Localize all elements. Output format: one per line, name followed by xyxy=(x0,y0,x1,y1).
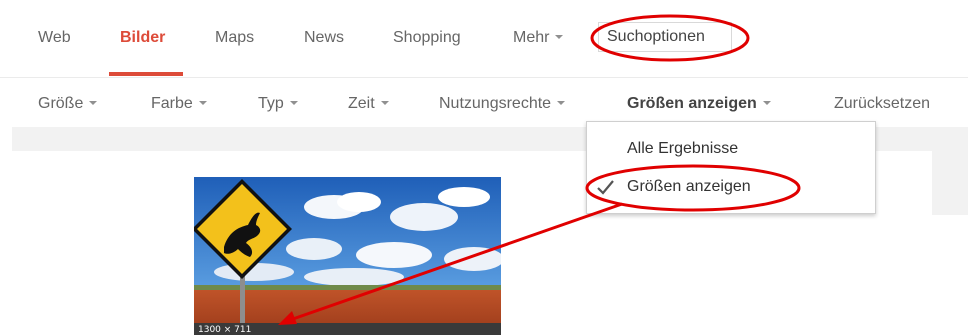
image-result-thumbnail[interactable]: 1300 × 711 xyxy=(194,177,501,335)
active-tab-indicator xyxy=(109,72,183,76)
filter-time[interactable]: Zeit xyxy=(348,95,389,113)
filter-reset[interactable]: Zurücksetzen xyxy=(834,95,930,113)
filter-color[interactable]: Farbe xyxy=(151,95,207,113)
tab-web[interactable]: Web xyxy=(38,29,71,47)
chevron-down-icon xyxy=(89,100,98,105)
search-options-button[interactable]: Suchoptionen xyxy=(598,22,732,52)
thumbnail-size-label: 1300 × 711 xyxy=(198,325,252,335)
tab-news[interactable]: News xyxy=(304,29,344,47)
dropdown-item-all-results[interactable]: Alle Ergebnisse xyxy=(627,140,738,158)
filter-color-label: Farbe xyxy=(151,95,193,112)
chevron-down-icon xyxy=(198,100,207,105)
tab-mehr[interactable]: Mehr xyxy=(513,29,564,47)
chevron-down-icon xyxy=(289,100,298,105)
filter-time-label: Zeit xyxy=(348,95,375,112)
filter-usage-rights-label: Nutzungsrechte xyxy=(439,95,552,112)
tab-maps[interactable]: Maps xyxy=(215,29,254,47)
tab-shopping[interactable]: Shopping xyxy=(393,29,461,47)
kangaroo-sign-image xyxy=(194,177,501,335)
checkmark-icon xyxy=(597,180,614,195)
chevron-down-icon xyxy=(557,100,566,105)
top-navigation: Web Bilder Maps News Shopping Mehr Sucho… xyxy=(0,0,968,78)
dropdown-item-show-sizes[interactable]: Größen anzeigen xyxy=(627,178,751,196)
filter-usage-rights[interactable]: Nutzungsrechte xyxy=(439,95,566,113)
filter-show-sizes[interactable]: Größen anzeigen xyxy=(627,95,771,113)
tab-mehr-label: Mehr xyxy=(513,29,550,46)
chevron-down-icon xyxy=(555,34,564,39)
size-display-dropdown: Alle Ergebnisse Größen anzeigen xyxy=(586,121,876,214)
chevron-down-icon xyxy=(762,100,771,105)
nav-divider xyxy=(0,77,968,78)
chevron-down-icon xyxy=(380,100,389,105)
filter-size-label: Größe xyxy=(38,95,84,112)
filter-size[interactable]: Größe xyxy=(38,95,98,113)
filter-type[interactable]: Typ xyxy=(258,95,298,113)
results-side-strip xyxy=(932,151,968,215)
filter-type-label: Typ xyxy=(258,95,284,112)
filter-show-sizes-label: Größen anzeigen xyxy=(627,95,757,112)
tab-bilder[interactable]: Bilder xyxy=(120,29,165,47)
